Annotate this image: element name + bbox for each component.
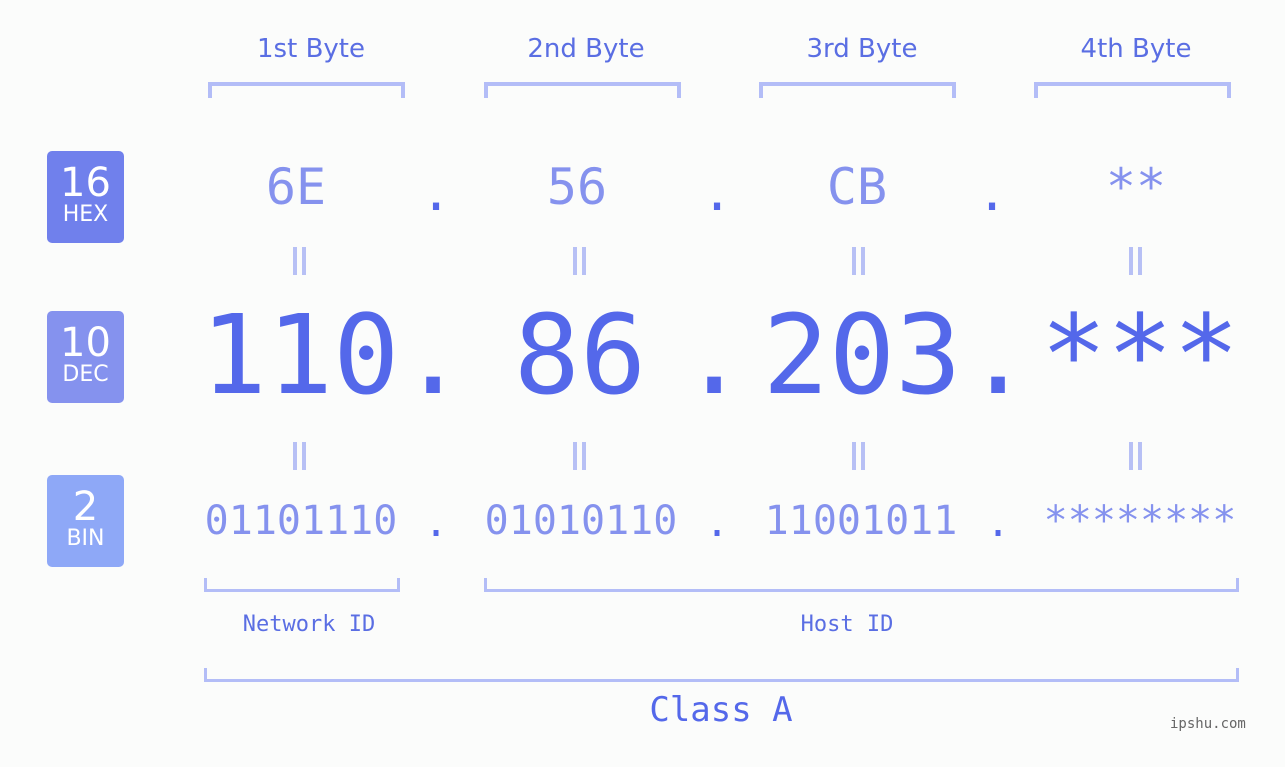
host-id-label: Host ID bbox=[800, 612, 894, 637]
bin-badge-label: BIN bbox=[66, 526, 105, 551]
byte-bracket-3 bbox=[759, 82, 956, 98]
byte-title-1: 1st Byte bbox=[257, 34, 365, 64]
equals-icon bbox=[850, 247, 866, 275]
hex-separator-2: . bbox=[701, 164, 733, 222]
equals-icon bbox=[571, 442, 587, 470]
hex-separator-1: . bbox=[420, 164, 452, 222]
bin-byte-3: 11001011 bbox=[764, 498, 958, 544]
bin-byte-4: ******** bbox=[1043, 498, 1237, 544]
dec-byte-3: 203 bbox=[762, 291, 962, 419]
hex-separator-3: . bbox=[976, 164, 1008, 222]
hex-badge-number: 16 bbox=[60, 160, 111, 206]
byte-title-2: 2nd Byte bbox=[527, 34, 645, 64]
network-id-bracket bbox=[204, 578, 400, 592]
dec-byte-2: 86 bbox=[513, 291, 647, 419]
byte-bracket-1 bbox=[208, 82, 405, 98]
dec-badge-number: 10 bbox=[60, 320, 111, 366]
byte-title-3: 3rd Byte bbox=[806, 34, 918, 64]
dec-separator-1: . bbox=[400, 291, 467, 419]
equals-icon bbox=[291, 442, 307, 470]
bin-separator-1: . bbox=[423, 500, 449, 546]
bin-byte-2: 01010110 bbox=[484, 498, 678, 544]
dec-badge-label: DEC bbox=[62, 362, 109, 387]
dec-byte-4: *** bbox=[1040, 291, 1240, 419]
hex-badge-label: HEX bbox=[62, 202, 109, 227]
bin-badge-number: 2 bbox=[72, 484, 99, 530]
equals-icon bbox=[571, 247, 587, 275]
byte-bracket-4 bbox=[1034, 82, 1231, 98]
watermark: ipshu.com bbox=[1170, 716, 1246, 732]
dec-badge: 10 DEC bbox=[47, 311, 124, 403]
bin-byte-1: 01101110 bbox=[204, 498, 398, 544]
network-id-label: Network ID bbox=[242, 612, 376, 637]
equals-icon bbox=[850, 442, 866, 470]
byte-title-4: 4th Byte bbox=[1080, 34, 1192, 64]
hex-byte-3: CB bbox=[826, 158, 888, 216]
hex-byte-2: 56 bbox=[546, 158, 608, 216]
equals-icon bbox=[291, 247, 307, 275]
hex-byte-1: 6E bbox=[265, 158, 327, 216]
class-bracket bbox=[204, 668, 1239, 682]
dec-byte-1: 110 bbox=[200, 291, 400, 419]
bin-separator-3: . bbox=[985, 500, 1011, 546]
bin-badge: 2 BIN bbox=[47, 475, 124, 567]
hex-byte-4: ** bbox=[1105, 158, 1167, 216]
dec-separator-3: . bbox=[965, 291, 1032, 419]
class-label: Class A bbox=[649, 690, 793, 730]
host-id-bracket bbox=[484, 578, 1239, 592]
bin-separator-2: . bbox=[704, 500, 730, 546]
dec-separator-2: . bbox=[681, 291, 748, 419]
equals-icon bbox=[1127, 442, 1143, 470]
byte-bracket-2 bbox=[484, 82, 681, 98]
equals-icon bbox=[1127, 247, 1143, 275]
hex-badge: 16 HEX bbox=[47, 151, 124, 243]
